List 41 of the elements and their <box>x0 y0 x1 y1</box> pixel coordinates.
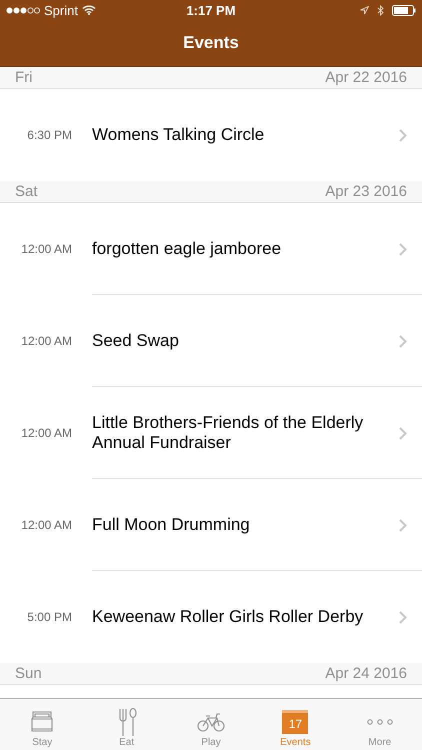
battery-icon <box>392 4 416 16</box>
screen-title: Events <box>183 33 239 53</box>
chevron-icon <box>399 242 407 256</box>
day-label: Fri <box>15 69 32 86</box>
carrier-name: Sprint <box>44 2 78 18</box>
event-time: 5:00 PM <box>26 610 72 624</box>
location-arrow-icon <box>360 6 369 14</box>
event-row[interactable]: 12:00 AM Seed Swap <box>0 295 422 387</box>
event-title: Keweenaw Roller Girls Roller Derby <box>92 607 364 627</box>
event-row[interactable]: 5:00 PM Keweenaw Roller Girls Roller Derby <box>0 571 422 663</box>
event-time: 12:00 AM <box>20 426 72 440</box>
event-title: Little Brothers-Friends of the Elderly Annual Fundraiser <box>92 413 364 453</box>
event-row[interactable]: 6:30 PM Womens Talking Circle <box>0 89 422 181</box>
bicycle-icon <box>197 712 226 732</box>
event-title: Seed Swap <box>92 331 180 351</box>
event-row[interactable]: 12:00 AM forgotten eagle jamboree <box>0 203 422 295</box>
event-time: 6:30 PM <box>26 128 72 142</box>
date-label: Apr 22 2016 <box>325 69 407 86</box>
more-icon <box>366 719 393 725</box>
status-time: 1:17 PM <box>186 2 236 18</box>
event-title: forgotten eagle jamboree <box>92 239 282 259</box>
chevron-icon <box>399 610 407 624</box>
day-label: Sun <box>15 665 42 682</box>
chevron-icon <box>399 518 407 532</box>
calendar-icon: 17 <box>282 710 308 734</box>
event-title: Womens Talking Circle <box>92 125 266 145</box>
chevron-icon <box>399 426 407 440</box>
event-row[interactable]: 12:00 AM Full Moon Drumming <box>0 479 422 571</box>
event-time: 12:00 AM <box>20 242 72 256</box>
event-time: 12:00 AM <box>20 518 72 532</box>
date-label: Apr 23 2016 <box>325 183 407 200</box>
signal-icon <box>6 6 40 14</box>
event-row[interactable]: 12:00 AM Little Brothers-Friends of the Elderly Annual Fundraiser <box>0 387 422 479</box>
chevron-icon <box>399 128 407 142</box>
wifi-icon <box>82 5 96 15</box>
chevron-icon <box>399 334 407 348</box>
date-label: Apr 24 2016 <box>325 665 407 682</box>
bluetooth-icon <box>376 4 384 16</box>
event-time: 12:00 AM <box>20 334 72 348</box>
event-title: Full Moon Drumming <box>92 515 251 535</box>
day-label: Sat <box>15 183 38 200</box>
